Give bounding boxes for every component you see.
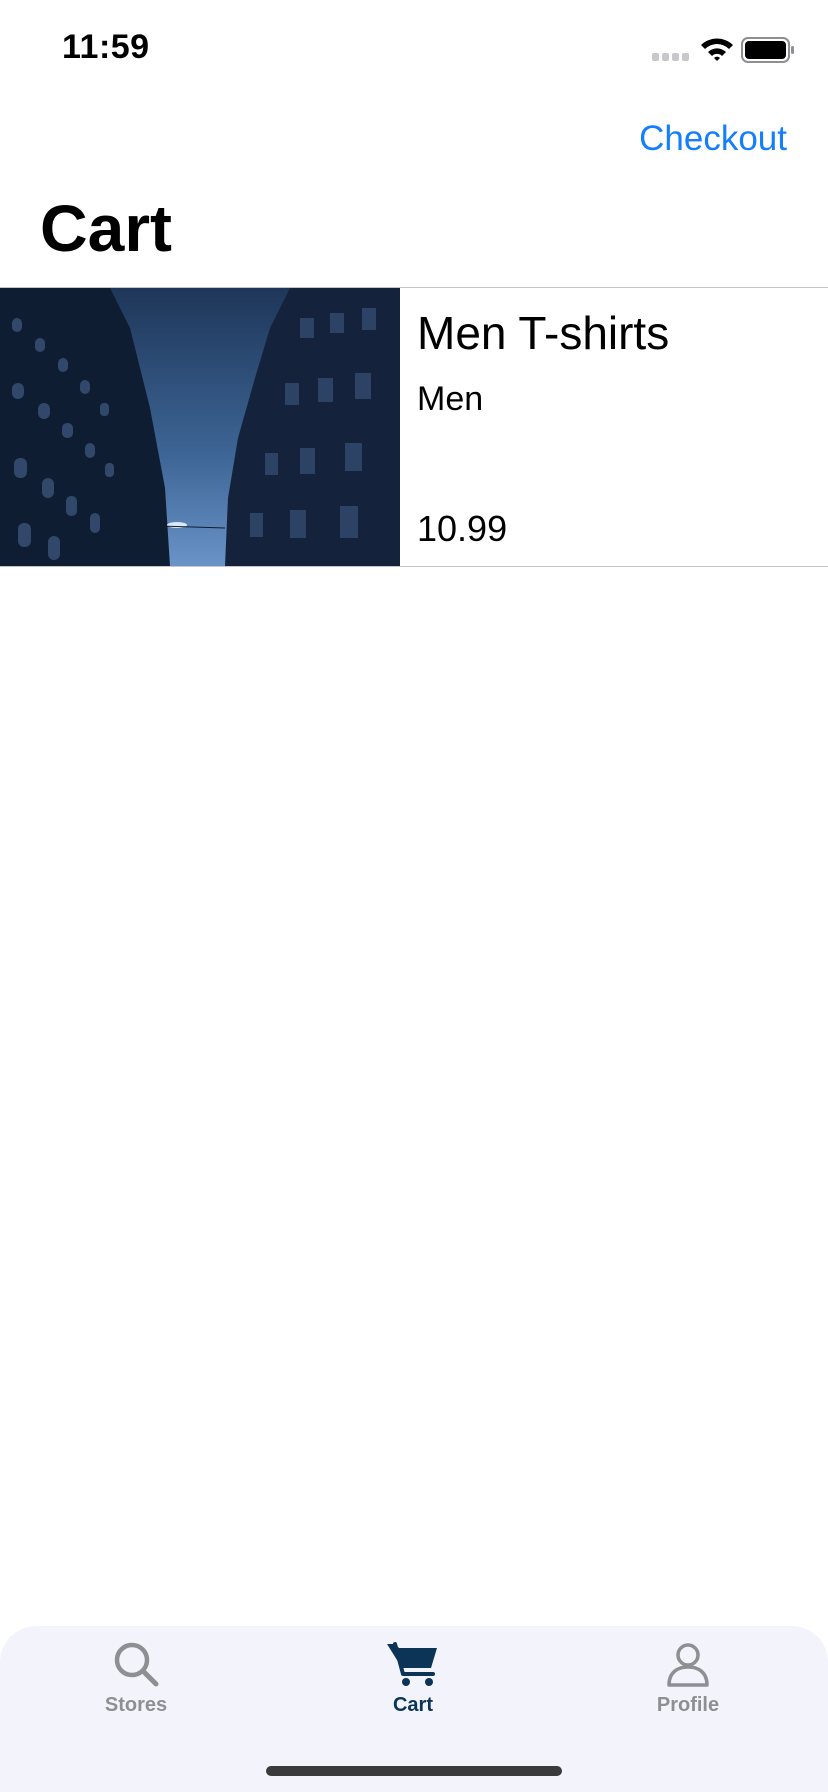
person-icon	[667, 1643, 709, 1687]
product-image	[0, 288, 400, 566]
tab-label: Cart	[392, 1694, 433, 1716]
tab-label: Profile	[656, 1694, 720, 1716]
home-indicator[interactable]	[266, 1766, 562, 1776]
tab-stores[interactable]: Stores	[56, 1640, 216, 1717]
item-name: Men T-shirts	[417, 307, 670, 359]
list-item[interactable]: Men T-shirts Men 10.99	[0, 288, 828, 567]
battery-icon	[741, 37, 794, 63]
checkout-button[interactable]: Checkout	[639, 119, 787, 159]
tab-label: Stores	[104, 1694, 168, 1716]
item-category: Men	[417, 380, 484, 418]
tab-profile[interactable]: Profile	[608, 1640, 768, 1717]
cart-list: Men T-shirts Men 10.99	[0, 287, 828, 567]
cart-icon	[387, 1642, 437, 1686]
status-time: 11:59	[62, 28, 150, 66]
search-icon	[114, 1642, 159, 1687]
item-price: 10.99	[417, 508, 508, 549]
navigation-bar: Checkout Cart	[0, 100, 828, 280]
wifi-icon	[701, 38, 733, 61]
tab-cart[interactable]: Cart	[333, 1640, 493, 1717]
page-title: Cart	[40, 191, 173, 265]
status-bar: 11:59	[0, 0, 828, 100]
cellular-signal-icon	[652, 53, 690, 63]
